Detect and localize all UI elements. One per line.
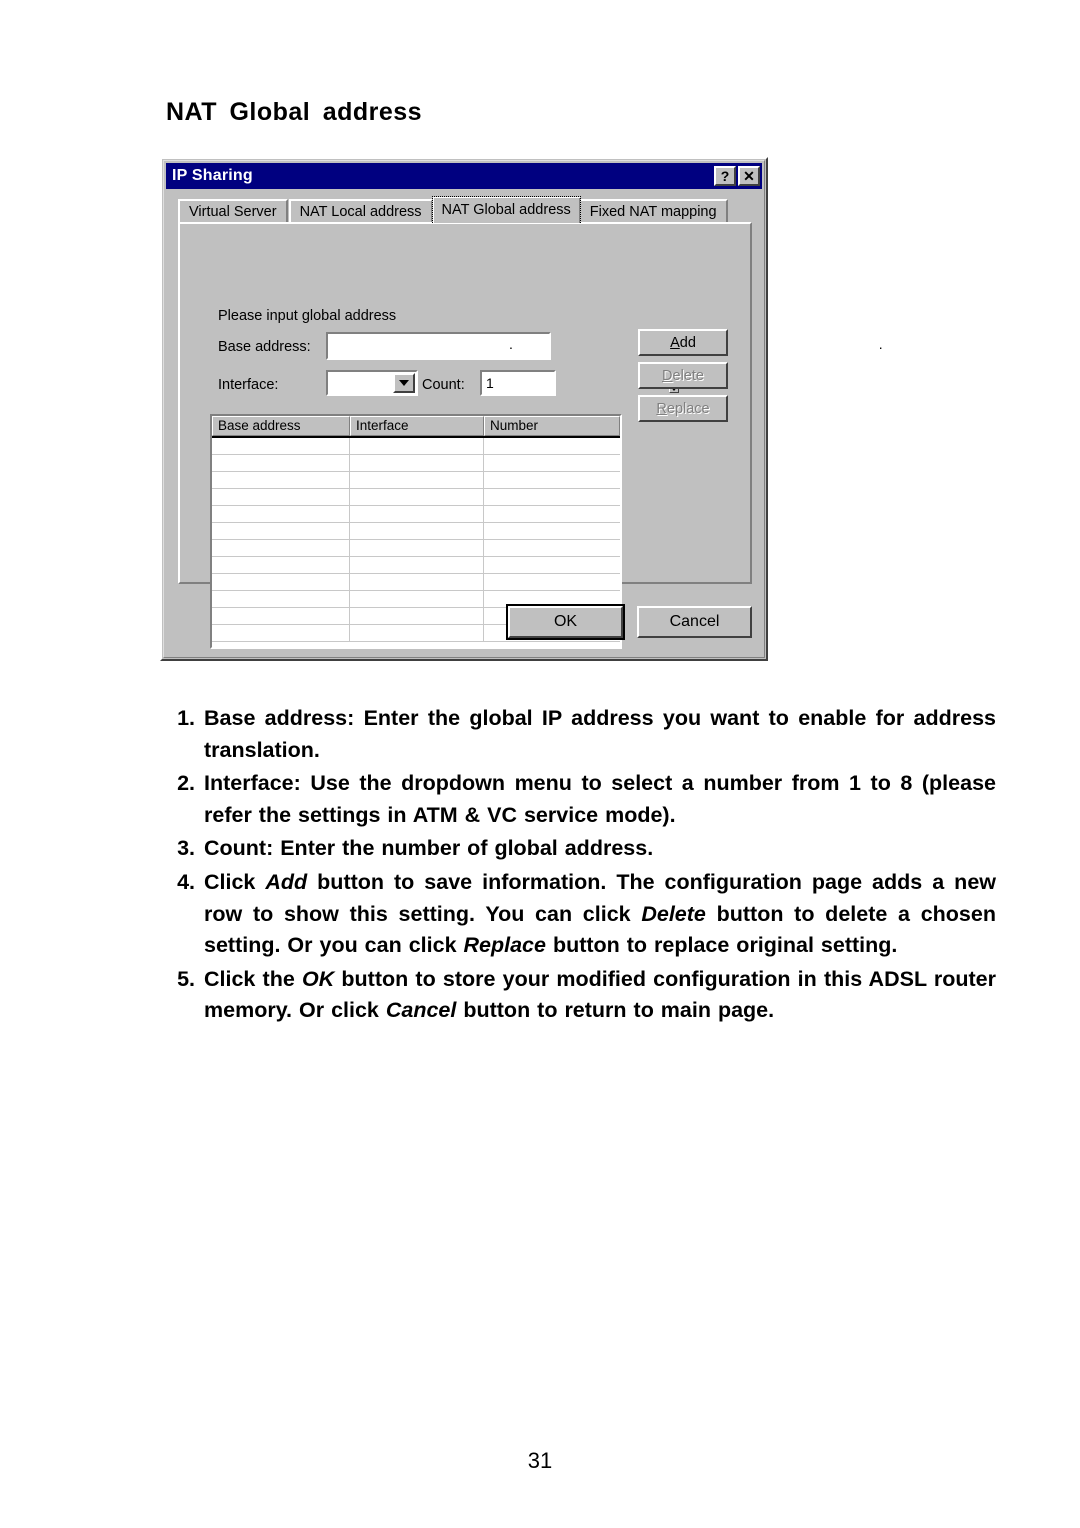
table-cell <box>212 438 350 454</box>
base-address-octet-1[interactable] <box>328 334 509 358</box>
instruction-text: Count: Enter the number of global addres… <box>204 836 654 861</box>
instruction-item: 2. Interface: Use the dropdown menu to se… <box>166 768 996 831</box>
table-row[interactable] <box>212 438 620 455</box>
table-cell <box>350 574 484 590</box>
interface-selected-value <box>328 372 393 394</box>
table-cell <box>212 523 350 539</box>
table-cell <box>484 472 620 488</box>
close-icon[interactable]: ✕ <box>738 166 760 186</box>
table-cell <box>212 489 350 505</box>
table-cell <box>212 574 350 590</box>
table-row[interactable] <box>212 557 620 574</box>
instruction-number: 3. <box>177 836 195 861</box>
instruction-text: Base address: Enter the global IP addres… <box>204 706 996 762</box>
table-cell <box>484 438 620 454</box>
instruction-number: 1. <box>177 706 195 730</box>
column-header-interface[interactable]: Interface <box>350 416 484 436</box>
form-hint: Please input global address <box>218 308 397 324</box>
base-address-octet-4[interactable] <box>882 334 1064 358</box>
table-cell <box>212 557 350 573</box>
table-row[interactable] <box>212 523 620 540</box>
table-row[interactable] <box>212 455 620 472</box>
table-cell <box>484 455 620 471</box>
delete-button[interactable]: Delete <box>638 362 728 389</box>
page-number: 31 <box>527 1448 553 1473</box>
dialog-title: IP Sharing <box>172 167 253 184</box>
dialog-titlebar: IP Sharing ? ✕ <box>166 163 762 189</box>
interface-dropdown[interactable] <box>326 370 418 396</box>
ip-sharing-dialog: IP Sharing ? ✕ Virtual Server NAT Local … <box>160 157 1064 661</box>
table-cell <box>350 489 484 505</box>
table-cell <box>212 506 350 522</box>
table-cell <box>484 540 620 556</box>
count-label: Count: <box>422 377 465 393</box>
table-cell <box>484 489 620 505</box>
table-cell <box>350 506 484 522</box>
table-row[interactable] <box>212 489 620 506</box>
instruction-list: 1. Base address: Enter the global IP addr… <box>166 703 996 1029</box>
replace-button[interactable]: Replace <box>638 395 728 422</box>
table-row[interactable] <box>212 540 620 557</box>
cancel-button[interactable]: Cancel <box>637 606 752 638</box>
table-cell <box>350 455 484 471</box>
table-cell <box>484 523 620 539</box>
table-cell <box>350 557 484 573</box>
instruction-number: 4. <box>177 869 195 894</box>
tab-strip: Virtual Server NAT Local address NAT Glo… <box>178 196 752 223</box>
table-cell <box>484 574 620 590</box>
base-address-label: Base address: <box>218 339 311 355</box>
instruction-item: 5. Click the OK button to store your modi… <box>166 964 996 1027</box>
ok-button[interactable]: OK <box>508 606 623 638</box>
count-stepper[interactable] <box>480 370 679 396</box>
table-cell <box>350 438 484 454</box>
instruction-number: 5. <box>177 966 195 991</box>
chevron-down-icon[interactable] <box>393 373 415 393</box>
column-header-number[interactable]: Number <box>484 416 620 436</box>
table-cell <box>350 540 484 556</box>
table-row[interactable] <box>212 574 620 591</box>
tab-fixed-nat-mapping[interactable]: Fixed NAT mapping <box>578 199 728 223</box>
instruction-item: 1. Base address: Enter the global IP addr… <box>166 703 996 766</box>
table-cell <box>350 472 484 488</box>
table-cell <box>350 523 484 539</box>
table-cell <box>212 455 350 471</box>
tab-page-nat-global-address: Please input global address Base address… <box>178 222 1064 649</box>
help-icon[interactable]: ? <box>714 166 736 186</box>
page-title: NAT Global address <box>166 98 423 126</box>
instruction-item: 3. Count: Enter the number of global addr… <box>166 833 996 865</box>
column-header-base-address[interactable]: Base address <box>212 416 350 436</box>
table-cell <box>484 557 620 573</box>
instruction-text: Click the OK button to store your modifi… <box>204 966 996 1023</box>
tab-nat-local-address[interactable]: NAT Local address <box>288 199 433 223</box>
table-row[interactable] <box>212 506 620 523</box>
tab-nat-global-address[interactable]: NAT Global address <box>431 196 581 223</box>
table-cell <box>212 540 350 556</box>
base-address-input[interactable]: . . . <box>326 332 1064 360</box>
tab-virtual-server[interactable]: Virtual Server <box>178 199 288 223</box>
table-cell <box>484 506 620 522</box>
instruction-text: Click Add button to save information. Th… <box>204 869 996 958</box>
instruction-number: 2. <box>177 771 195 796</box>
table-header-row: Base address Interface Number <box>212 416 620 438</box>
add-button[interactable]: Add <box>638 329 728 356</box>
interface-label: Interface: <box>218 377 279 393</box>
table-cell <box>212 472 350 488</box>
instruction-text: Interface: Use the dropdown menu to sele… <box>204 771 996 827</box>
dialog-footer: OK Cancel <box>178 599 752 645</box>
table-row[interactable] <box>212 472 620 489</box>
instruction-item: 4. Click Add button to save information. … <box>166 867 996 962</box>
